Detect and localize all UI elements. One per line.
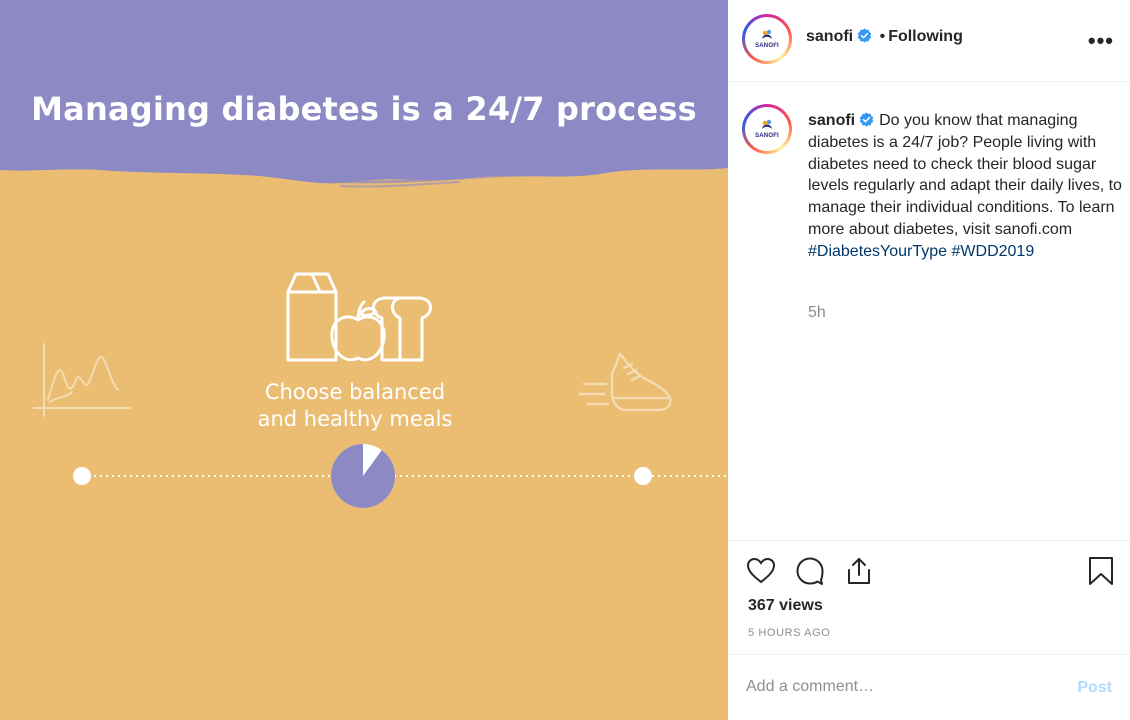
verified-badge-icon <box>859 112 874 127</box>
post-header: SANOFI sanofi • Following ••• <box>728 0 1130 82</box>
sanofi-logo-icon: SANOFI <box>749 111 785 147</box>
views-count[interactable]: 367 views <box>748 597 823 615</box>
comment-icon[interactable] <box>795 556 825 586</box>
share-icon[interactable] <box>844 556 874 586</box>
save-bookmark-icon[interactable] <box>1086 556 1116 586</box>
milk-carton-icon <box>286 272 338 362</box>
post-comment-button[interactable]: Post <box>1077 679 1112 697</box>
timeline-progress-pie <box>331 444 395 508</box>
caption-age[interactable]: 5h <box>808 304 826 322</box>
caption-username[interactable]: sanofi <box>808 112 855 129</box>
media-caption-line-2: and healthy meals <box>257 407 453 431</box>
media-caption-line-1: Choose balanced <box>264 380 446 404</box>
comment-bar: Post <box>728 654 1130 720</box>
timeline <box>73 444 728 508</box>
apple-icon <box>330 300 386 362</box>
post-actions: 367 views 5 HOURS AGO <box>728 540 1130 654</box>
media-title: Managing diabetes is a 24/7 process <box>31 90 697 128</box>
post-media[interactable]: Managing diabetes is a 24/7 process Choo… <box>0 0 728 720</box>
header-separator: • <box>879 28 886 45</box>
header-username[interactable]: sanofi <box>806 28 853 45</box>
caption-text: Do you know that managing diabetes is a … <box>808 112 1122 238</box>
verified-badge-icon <box>857 28 872 43</box>
sanofi-logo-icon: SANOFI <box>749 21 785 57</box>
comment-input[interactable] <box>746 673 1056 701</box>
following-button[interactable]: Following <box>888 28 963 45</box>
hashtag-wdd2019[interactable]: #WDD2019 <box>952 243 1035 260</box>
post-side-panel: SANOFI sanofi • Following ••• SANOFI sano… <box>728 0 1130 720</box>
post-timestamp[interactable]: 5 HOURS AGO <box>748 627 830 639</box>
hashtag-diabetesyourtype[interactable]: #DiabetesYourType <box>808 243 947 260</box>
running-shoe-icon <box>578 352 672 412</box>
food-illustration <box>286 272 432 362</box>
timeline-dot-end <box>634 467 652 485</box>
timeline-dot-start <box>73 467 91 485</box>
caption-avatar[interactable]: SANOFI <box>742 104 792 154</box>
more-options-button[interactable]: ••• <box>1088 28 1114 54</box>
like-heart-icon[interactable] <box>746 556 776 586</box>
avatar[interactable]: SANOFI <box>742 14 792 64</box>
chart-icon <box>33 343 131 417</box>
post-caption: sanofi Do you know that managing diabetes… <box>808 110 1124 263</box>
